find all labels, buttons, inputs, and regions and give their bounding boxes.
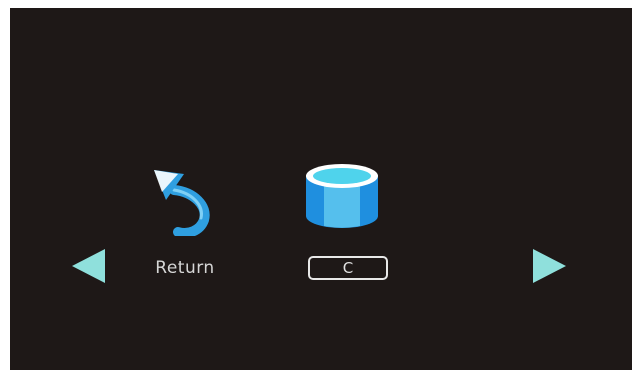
next-arrow-icon[interactable] <box>533 249 566 283</box>
drive-label: C <box>308 256 388 280</box>
menu-screen: Return C <box>10 8 632 370</box>
return-label: Return <box>155 258 215 278</box>
return-arrow-icon <box>154 170 210 236</box>
drive-cylinder-icon <box>306 164 378 228</box>
previous-arrow-icon[interactable] <box>72 249 105 283</box>
